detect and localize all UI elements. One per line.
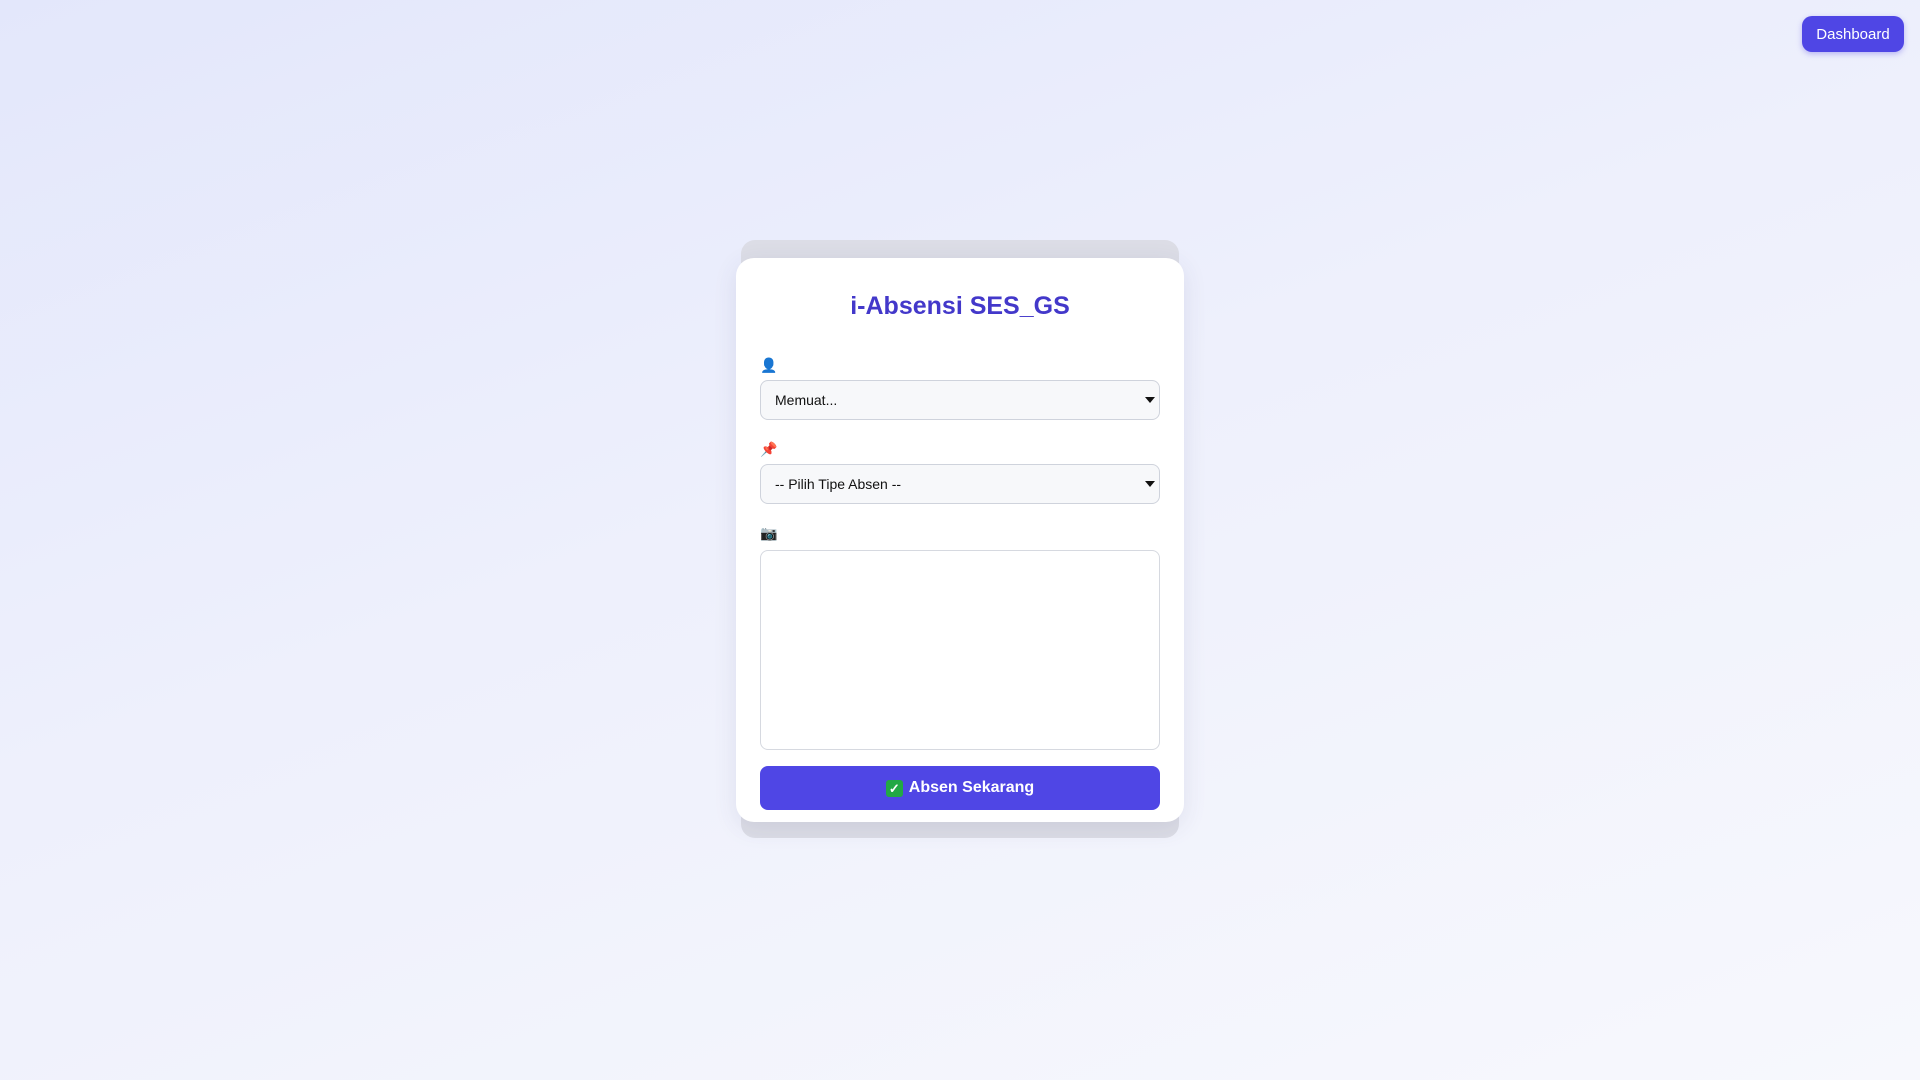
user-select[interactable]: Memuat... — [760, 380, 1160, 420]
attendance-card: i-Absensi SES_GS 👤 Memuat... 📌 -- Pilih … — [736, 258, 1184, 822]
pin-icon: 📌 — [760, 441, 778, 457]
submit-label: Absen Sekarang — [908, 779, 1035, 796]
attendance-type-select-value: -- Pilih Tipe Absen -- — [775, 476, 902, 492]
camera-icon: 📷 — [760, 525, 778, 541]
attendance-type-select[interactable]: -- Pilih Tipe Absen -- — [760, 464, 1160, 504]
submit-attendance-button[interactable]: ✓ Absen Sekarang — [760, 766, 1160, 810]
chevron-down-icon — [1145, 397, 1155, 403]
camera-preview — [760, 550, 1160, 750]
user-select-value: Memuat... — [775, 392, 838, 408]
chevron-down-icon — [1145, 481, 1155, 487]
user-icon: 👤 — [760, 357, 778, 373]
check-icon: ✓ — [885, 779, 903, 797]
page-title: i-Absensi SES_GS — [850, 292, 1070, 320]
dashboard-button[interactable]: Dashboard — [1802, 16, 1904, 52]
